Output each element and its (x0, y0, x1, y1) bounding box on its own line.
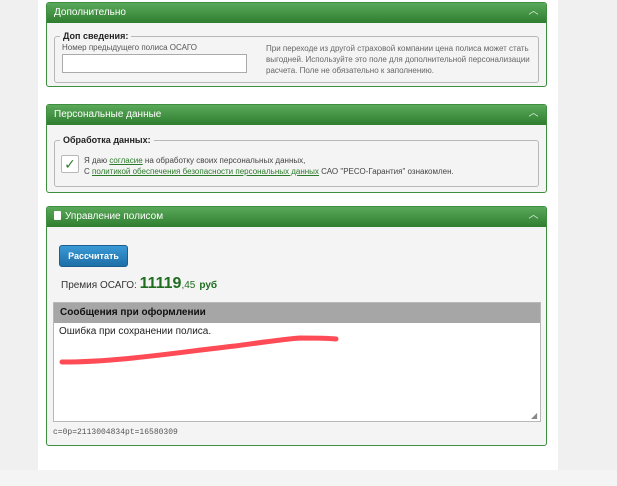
additional-panel: Дополнительно ︿ Доп сведения: Номер пред… (46, 2, 547, 87)
personal-data-panel-header[interactable]: Персональные данные ︿ (47, 105, 546, 125)
extra-info-content: Номер предыдущего полиса ОСАГО При перех… (54, 39, 539, 83)
debug-info: c=0p=2113004834pt=16580309 (53, 428, 178, 437)
prev-policy-label: Номер предыдущего полиса ОСАГО (62, 43, 198, 52)
messages-header: Сообщения при оформлении (54, 303, 540, 323)
policy-management-panel-title: Управление полисом (65, 211, 164, 222)
premium-label: Премия ОСАГО: (61, 280, 140, 291)
consent-text-part: на обработку своих персональных данных, (142, 156, 306, 165)
resize-grip-icon[interactable]: ◢ (531, 412, 539, 420)
personal-data-panel: Персональные данные ︿ Обработка данных: … (46, 104, 547, 193)
premium-row: Премия ОСАГО: 11119,45 руб (61, 275, 217, 293)
consent-text: Я даю согласие на обработку своих персон… (84, 155, 524, 177)
consent-text-part: САО "РЕСО-Гарантия" ознакомлен. (318, 167, 454, 176)
consent-checkbox[interactable]: ✓ (61, 155, 79, 173)
chevron-up-icon[interactable]: ︿ (527, 211, 540, 222)
premium-currency: руб (199, 280, 218, 291)
consent-link[interactable]: согласие (109, 156, 142, 165)
personal-data-panel-title: Персональные данные (54, 109, 162, 120)
consent-text-part: С (84, 167, 92, 176)
premium-fraction: ,45 (181, 280, 196, 291)
additional-panel-title: Дополнительно (54, 7, 126, 18)
messages-text: Ошибка при сохранении полиса. (59, 326, 212, 337)
chevron-up-icon[interactable]: ︿ (527, 109, 540, 120)
policy-management-panel-header[interactable]: Управление полисом ︿ (47, 207, 546, 227)
prev-policy-input[interactable] (62, 54, 247, 73)
data-processing-content: ✓ Я даю согласие на обработку своих перс… (54, 141, 539, 187)
prev-policy-hint: При переходе из другой страховой компани… (266, 44, 530, 75)
checkmark-icon: ✓ (64, 156, 76, 172)
consent-text-part: Я даю (84, 156, 110, 165)
calculate-button[interactable]: Рассчитать (59, 245, 128, 267)
document-icon (54, 211, 61, 220)
premium-integer: 11119 (139, 275, 182, 292)
additional-panel-header[interactable]: Дополнительно ︿ (47, 3, 546, 23)
footer-strip (0, 470, 617, 486)
policy-management-panel: Управление полисом ︿ Рассчитать Премия О… (46, 206, 547, 446)
privacy-policy-link[interactable]: политикой обеспечения безопасности персо… (92, 167, 319, 176)
chevron-up-icon[interactable]: ︿ (527, 7, 540, 18)
messages-textarea[interactable]: Сообщения при оформлении Ошибка при сохр… (53, 302, 541, 422)
